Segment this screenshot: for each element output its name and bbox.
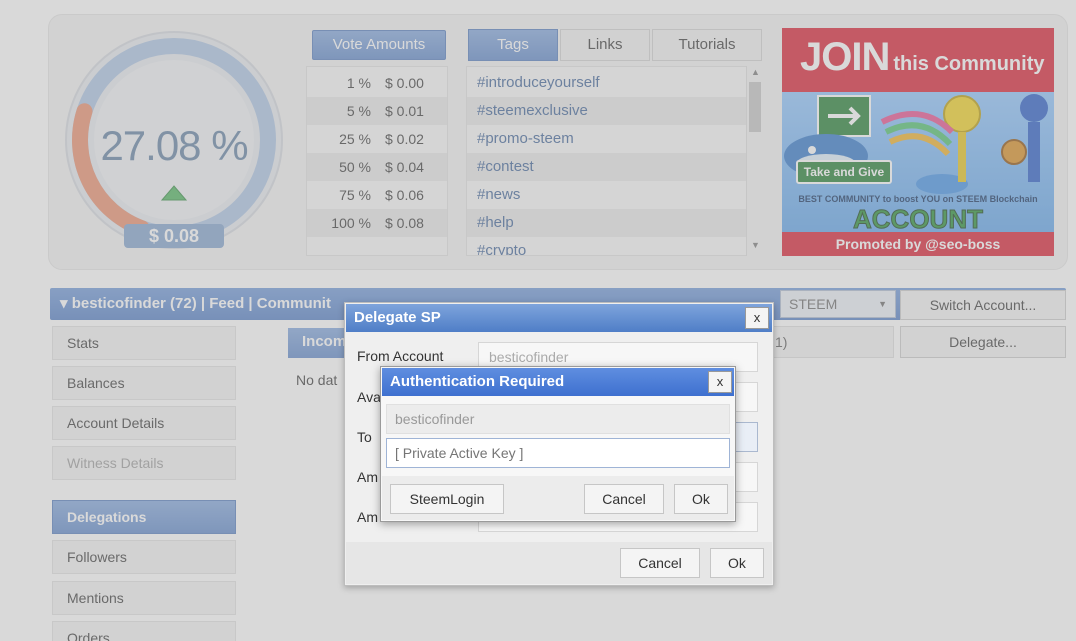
auth-cancel-button[interactable]: Cancel [584, 484, 664, 514]
available-label: Ava [357, 389, 381, 405]
private-active-key-input[interactable] [386, 438, 730, 468]
delegate-ok-button[interactable]: Ok [710, 548, 764, 578]
delegate-dialog-footer [346, 542, 772, 584]
to-account-label: To [357, 429, 372, 445]
delegate-sp-title: Delegate SP [346, 304, 772, 332]
delegate-close-button[interactable]: x [745, 307, 769, 329]
auth-ok-button[interactable]: Ok [674, 484, 728, 514]
authentication-title: Authentication Required [382, 368, 734, 396]
amount-sp-label: Am [357, 509, 378, 525]
auth-username-field: besticofinder [386, 404, 730, 434]
steemlogin-button[interactable]: SteemLogin [390, 484, 504, 514]
delegate-cancel-button[interactable]: Cancel [620, 548, 700, 578]
amount-label: Am [357, 469, 378, 485]
from-account-label: From Account [357, 348, 444, 364]
auth-close-button[interactable]: x [708, 371, 732, 393]
